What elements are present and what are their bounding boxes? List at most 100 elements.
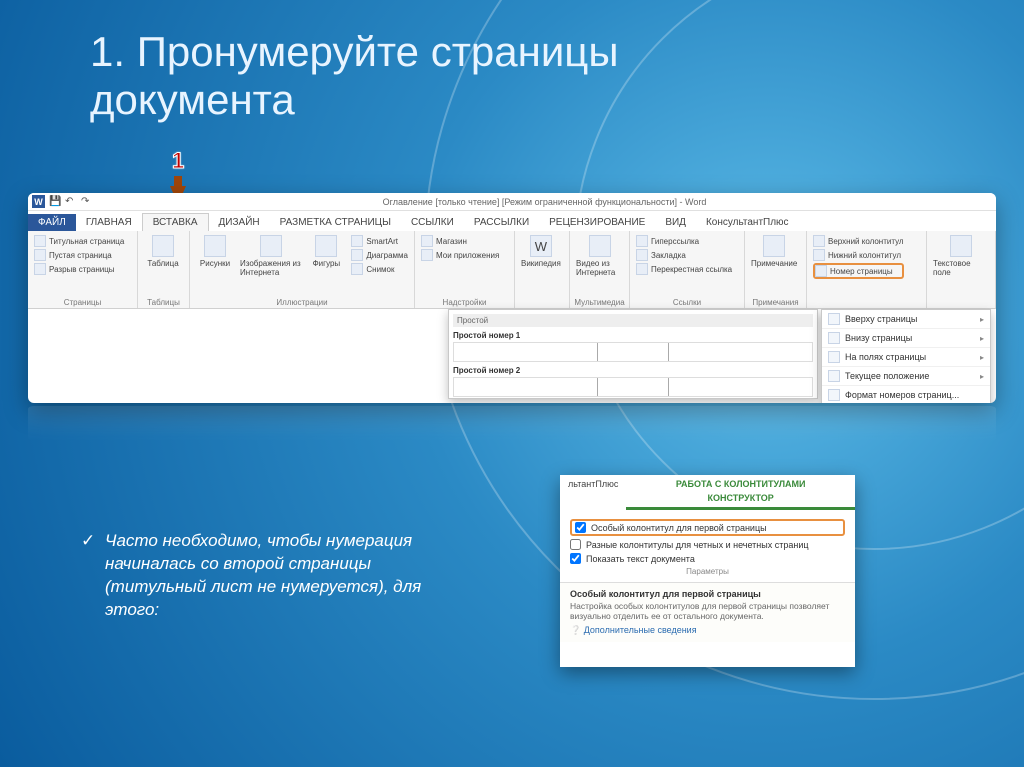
bookmark-button[interactable]: Закладка xyxy=(636,249,732,261)
tooltip-title: Особый колонтитул для первой страницы xyxy=(570,589,845,599)
gallery-section: Простой xyxy=(453,314,813,327)
format-icon xyxy=(828,389,840,401)
tab-view[interactable]: ВИД xyxy=(655,214,696,231)
slide-note: Часто необходимо, чтобы нумерация начина… xyxy=(105,530,465,622)
page-margin-icon xyxy=(828,351,840,363)
group-label: Таблицы xyxy=(138,298,189,307)
group-wikipedia: WВикипедия xyxy=(515,231,570,308)
group-header-footer: Верхний колонтитул Нижний колонтитул Ном… xyxy=(807,231,927,308)
smartart-icon xyxy=(351,235,363,247)
title-page-button[interactable]: Титульная страница xyxy=(34,235,124,247)
tab-consultant[interactable]: КонсультантПлюс xyxy=(696,214,799,231)
page-number-menu[interactable]: Вверху страницы▸ Внизу страницы▸ На поля… xyxy=(821,309,991,403)
menu-bottom-of-page[interactable]: Внизу страницы▸ xyxy=(822,329,990,348)
show-document-text-checkbox[interactable]: Показать текст документа xyxy=(570,553,845,564)
textbox-icon xyxy=(950,235,972,257)
pictures-button[interactable]: Рисунки xyxy=(196,235,234,296)
page-break-button[interactable]: Разрыв страницы xyxy=(34,263,124,275)
break-icon xyxy=(34,263,46,275)
tab-design[interactable]: ДИЗАЙН xyxy=(209,214,270,231)
tab-consultant-trunc[interactable]: льтантПлюс xyxy=(560,475,626,510)
crossref-button[interactable]: Перекрестная ссылка xyxy=(636,263,732,275)
header-button[interactable]: Верхний колонтитул xyxy=(813,235,904,247)
tab-home[interactable]: ГЛАВНАЯ xyxy=(76,214,142,231)
group-label: Иллюстрации xyxy=(190,298,414,307)
group-tables: Таблица Таблицы xyxy=(138,231,190,308)
page-icon xyxy=(34,235,46,247)
tab-references[interactable]: ССЫЛКИ xyxy=(401,214,464,231)
slide-title-l1: 1. Пронумеруйте страницы xyxy=(90,28,619,75)
save-icon[interactable]: 💾 xyxy=(49,196,61,208)
different-first-page-checkbox[interactable]: Особый колонтитул для первой страницы xyxy=(570,519,845,536)
callout-1: 1 xyxy=(172,148,184,174)
slide-title: 1. Пронумеруйте страницы документа xyxy=(90,28,619,125)
undo-icon[interactable]: ↶ xyxy=(65,196,77,208)
gallery-option-1[interactable]: Простой номер 1 xyxy=(453,331,813,362)
my-apps-button[interactable]: Мои приложения xyxy=(421,249,499,261)
redo-icon[interactable]: ↷ xyxy=(81,196,93,208)
hyperlink-button[interactable]: Гиперссылка xyxy=(636,235,732,247)
menu-top-of-page[interactable]: Вверху страницы▸ xyxy=(822,310,990,329)
gallery-option-2[interactable]: Простой номер 2 xyxy=(453,366,813,397)
shapes-icon xyxy=(315,235,337,257)
checkbox-input[interactable] xyxy=(570,553,581,564)
group-label: Параметры xyxy=(570,567,845,576)
apps-icon xyxy=(421,249,433,261)
tooltip-more-link[interactable]: ❔ Дополнительные сведения xyxy=(570,625,845,636)
tab-design-tools[interactable]: КОНСТРУКТОР xyxy=(626,493,855,507)
tab-mailings[interactable]: РАССЫЛКИ xyxy=(464,214,539,231)
different-odd-even-checkbox[interactable]: Разные колонтитулы для четных и нечетных… xyxy=(570,539,845,550)
menu-page-margins[interactable]: На полях страницы▸ xyxy=(822,348,990,367)
preview-icon xyxy=(453,377,813,397)
textbox-button[interactable]: Текстовое поле xyxy=(933,235,989,296)
menu-format-numbers[interactable]: Формат номеров страниц... xyxy=(822,386,990,403)
group-addins: Магазин Мои приложения Надстройки xyxy=(415,231,515,308)
screenshot-button[interactable]: Снимок xyxy=(351,263,408,275)
online-pictures-button[interactable]: Изображения из Интернета xyxy=(240,235,301,296)
tab-review[interactable]: РЕЦЕНЗИРОВАНИЕ xyxy=(539,214,655,231)
group-label: Ссылки xyxy=(630,298,744,307)
active-tab-indicator xyxy=(626,507,855,510)
shapes-button[interactable]: Фигуры xyxy=(307,235,345,296)
quick-access-toolbar: W 💾 ↶ ↷ Оглавление [только чтение] [Режи… xyxy=(28,193,996,211)
checkbox-input[interactable] xyxy=(570,539,581,550)
bookmark-icon xyxy=(636,249,648,261)
doc-title: Оглавление [только чтение] [Режим ограни… xyxy=(97,197,992,207)
ribbon-reflection xyxy=(28,406,996,441)
word-ribbon: W 💾 ↶ ↷ Оглавление [только чтение] [Режи… xyxy=(28,193,996,403)
chart-button[interactable]: Диаграмма xyxy=(351,249,408,261)
footer-button[interactable]: Нижний колонтитул xyxy=(813,249,904,261)
smartart-button[interactable]: SmartArt xyxy=(351,235,408,247)
online-picture-icon xyxy=(260,235,282,257)
tab-insert[interactable]: ВСТАВКА xyxy=(142,213,209,231)
tooltip-desc: Настройка особых колонтитулов для первой… xyxy=(570,601,845,621)
menu-current-pos[interactable]: Текущее положение▸ xyxy=(822,367,990,386)
group-illustrations: Рисунки Изображения из Интернета Фигуры … xyxy=(190,231,415,308)
table-button[interactable]: Таблица xyxy=(144,235,182,296)
tab-file[interactable]: ФАЙЛ xyxy=(28,214,76,231)
contextual-tabs: льтантПлюс РАБОТА С КОЛОНТИТУЛАМИ КОНСТР… xyxy=(560,475,855,510)
checkbox-input[interactable] xyxy=(575,522,586,533)
page-top-icon xyxy=(828,313,840,325)
store-button[interactable]: Магазин xyxy=(421,235,499,247)
blank-page-button[interactable]: Пустая страница xyxy=(34,249,124,261)
group-label: Примечания xyxy=(745,298,806,307)
tab-layout[interactable]: РАЗМЕТКА СТРАНИЦЫ xyxy=(270,214,401,231)
video-icon xyxy=(589,235,611,257)
hash-icon xyxy=(815,265,827,277)
word-logo-icon: W xyxy=(32,195,45,208)
online-video-button[interactable]: Видео из Интернета xyxy=(576,235,623,296)
slide-title-l2: документа xyxy=(90,76,295,123)
table-icon xyxy=(152,235,174,257)
contextual-group-title: РАБОТА С КОЛОНТИТУЛАМИ xyxy=(626,475,855,493)
wikipedia-button[interactable]: WВикипедия xyxy=(521,235,561,296)
header-icon xyxy=(813,235,825,247)
store-icon xyxy=(421,235,433,247)
group-label: Страницы xyxy=(28,298,137,307)
page-number-button[interactable]: Номер страницы xyxy=(813,263,904,279)
comment-button[interactable]: Примечание xyxy=(751,235,797,296)
group-label: Надстройки xyxy=(415,298,514,307)
page-number-gallery[interactable]: Простой Простой номер 1 Простой номер 2 xyxy=(448,309,818,399)
screenshot-icon xyxy=(351,263,363,275)
page-bottom-icon xyxy=(828,332,840,344)
